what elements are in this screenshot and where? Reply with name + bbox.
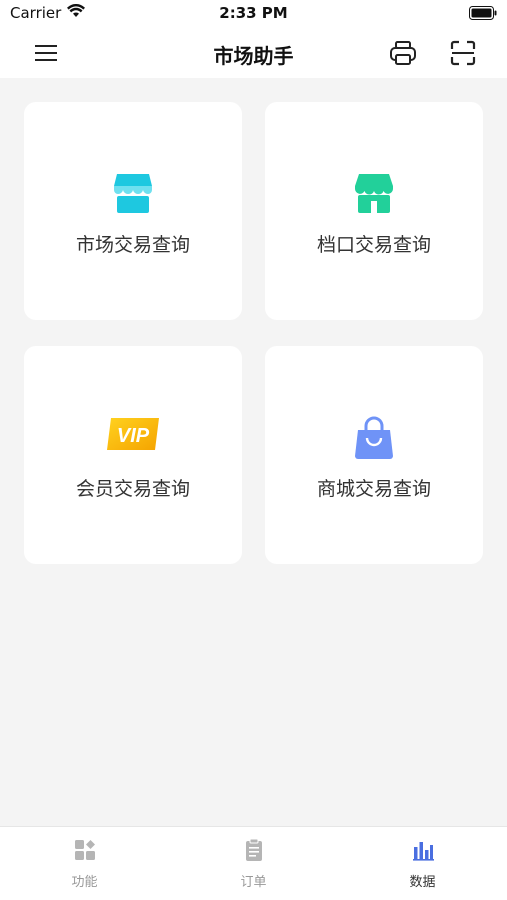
tab-label: 订单 [240,875,267,890]
card-label: 档口交易查询 [316,234,431,256]
tab-functions[interactable]: 功能 [0,839,169,893]
bar-chart-icon [412,839,434,865]
tab-label: 数据 [409,875,436,890]
navigation-bar: 市场助手 [0,28,507,78]
status-time: 2:33 PM [219,4,288,22]
shopping-bag-icon [265,416,483,460]
battery-icon [469,6,497,24]
card-label: 会员交易查询 [75,478,190,500]
tab-label: 功能 [71,875,98,890]
member-trade-query-card[interactable]: VIP 会员交易查询 [24,346,242,564]
tab-orders[interactable]: 订单 [169,838,338,893]
printer-icon[interactable] [388,38,418,68]
mall-trade-query-card[interactable]: 商城交易查询 [265,346,483,564]
clipboard-icon [243,838,265,865]
tab-data[interactable]: 数据 [338,839,507,893]
main-content: 市场交易查询 档口交易查询 VIP 会员交易查询 商城交易查询 [0,78,507,826]
card-label: 商城交易查询 [316,478,431,500]
stall-trade-query-card[interactable]: 档口交易查询 [265,102,483,320]
card-label: 市场交易查询 [75,234,190,256]
vip-icon: VIP [24,416,242,452]
stall-store-icon [265,172,483,214]
grid-icon [74,839,96,865]
status-bar: Carrier 2:33 PM [0,0,507,28]
market-store-icon [24,172,242,214]
market-trade-query-card[interactable]: 市场交易查询 [24,102,242,320]
vip-text: VIP [117,425,150,447]
scan-icon[interactable] [448,38,478,68]
page-title: 市场助手 [213,44,294,68]
tab-bar: 功能 订单 数据 [0,826,507,900]
